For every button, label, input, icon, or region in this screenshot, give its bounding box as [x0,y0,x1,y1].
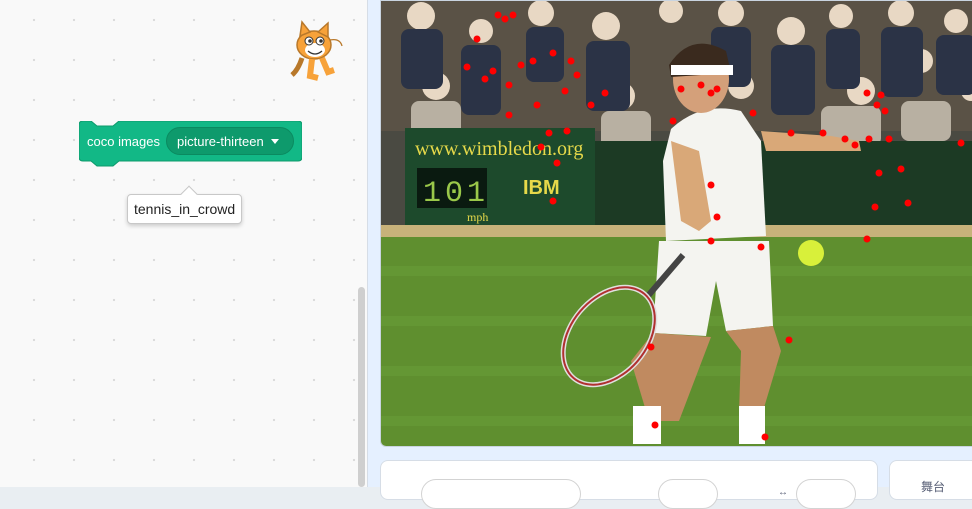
keypoint-dot [851,141,859,149]
bottom-panels: ↔ 舞台 [368,458,972,509]
image-select-dropdown[interactable]: picture-thirteen [165,127,294,155]
dropdown-arrow-icon [270,139,279,144]
keypoint-dot [785,336,793,344]
keypoint-dot [587,101,595,109]
dropdown-value: picture-thirteen [176,133,264,149]
scratch-cat-icon [290,20,343,81]
stage-wrapper: www.wimbledon.org 101 mph IBM [368,0,972,458]
coco-images-block[interactable]: coco images picture-thirteen [79,121,302,167]
keypoint-dot [904,199,912,207]
keypoint-dot [573,71,581,79]
keypoint-dot [873,101,881,109]
keypoint-dot [713,213,721,221]
keypoint-dot [561,87,569,95]
keypoint-dot [881,107,889,115]
keypoint-dot [549,197,557,205]
keypoint-dot [553,159,561,167]
keypoint-dot [863,89,871,97]
keypoint-dot [757,243,765,251]
keypoint-dot [841,135,849,143]
keypoint-dot [787,129,795,137]
keypoint-dot [897,165,905,173]
stage[interactable]: www.wimbledon.org 101 mph IBM [380,0,972,447]
keypoint-dot [489,67,497,75]
keypoint-dot [669,117,677,125]
keypoint-dot [533,101,541,109]
keypoint-dot [537,143,545,151]
reporter-result-bubble: tennis_in_crowd [127,185,243,224]
keypoint-dot [567,57,575,65]
keypoint-dot [481,75,489,83]
keypoint-dot [819,129,827,137]
keypoint-dot [509,11,517,19]
keypoint-dot [697,81,705,89]
keypoint-dot [505,81,513,89]
keypoint-dot [494,11,502,19]
keypoint-dot [517,61,525,69]
sprite-info-panel: ↔ [380,460,878,509]
keypoint-dot [871,203,879,211]
keypoint-dot [529,57,537,65]
keypoint-dot [505,111,513,119]
keypoint-dot [885,135,893,143]
code-area[interactable]: coco images picture-thirteen tennis_in_c… [0,0,368,487]
stage-image: www.wimbledon.org 101 mph IBM [381,1,972,446]
keypoint-dot [549,49,557,57]
sprite-name-field[interactable] [421,479,581,509]
keypoint-dot [707,237,715,245]
keypoint-dot [545,129,553,137]
keypoint-dot [957,139,965,147]
bubble-caret [180,185,198,203]
keypoint-dot [563,127,571,135]
keypoint-dot [761,433,769,441]
scoreboard-unit: mph [467,210,488,224]
stage-selector-panel[interactable]: 舞台 [889,460,972,500]
keypoint-dot [863,235,871,243]
block-label: coco images [87,133,160,149]
keypoint-dot [601,89,609,97]
y-coordinate-field[interactable] [796,479,856,509]
keypoint-dot [463,63,471,71]
keypoint-dot [749,109,757,117]
direction-icon: ↔ [778,487,788,498]
banner-url: www.wimbledon.org [415,138,583,160]
keypoint-dot [707,181,715,189]
tennis-ball [798,240,824,266]
keypoint-dot [707,89,715,97]
keypoint-dot [865,135,873,143]
keypoint-dot [877,91,885,99]
keypoint-dot [875,169,883,177]
keypoint-dot [647,343,655,351]
keypoint-dot [651,421,659,429]
keypoint-dot [501,15,509,23]
reporter-result-text: tennis_in_crowd [134,201,236,217]
keypoint-dot [473,35,481,43]
sponsor-logo: IBM [523,177,560,199]
scoreboard-value: 101 [423,177,489,211]
wimbledon-banner: www.wimbledon.org 101 mph IBM [405,128,595,232]
vertical-scrollbar[interactable] [358,287,365,487]
x-coordinate-field[interactable] [658,479,718,509]
keypoint-dot [713,85,721,93]
keypoint-dot [677,85,685,93]
